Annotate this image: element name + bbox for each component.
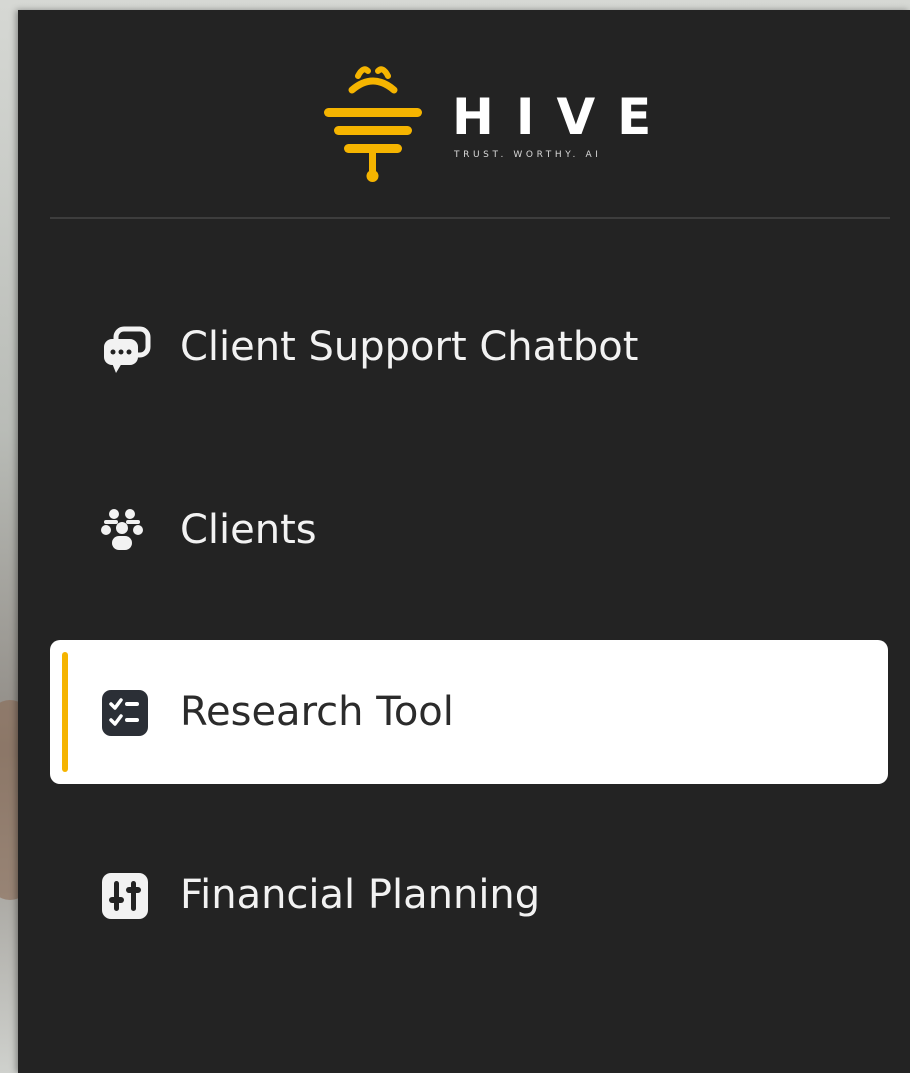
checklist-icon	[102, 690, 148, 736]
bee-hive-icon	[324, 66, 422, 182]
users-group-icon	[101, 509, 143, 550]
brand-logo[interactable]: HIVE TRUST. WORTHY. AI	[318, 62, 678, 192]
chat-bubbles-icon	[104, 326, 151, 373]
active-indicator	[62, 652, 68, 772]
sidebar-item-research-tool[interactable]: Research Tool	[50, 640, 888, 784]
sidebar-item-label: Client Support Chatbot	[180, 324, 639, 370]
sidebar: HIVE TRUST. WORTHY. AI Client Support Ch…	[18, 10, 910, 1073]
sidebar-item-client-support-chatbot[interactable]: Client Support Chatbot	[50, 275, 888, 419]
sliders-icon	[102, 873, 148, 919]
sidebar-item-label: Financial Planning	[180, 872, 541, 918]
brand-tagline: TRUST. WORTHY. AI	[454, 150, 602, 160]
sidebar-divider	[50, 217, 890, 219]
sidebar-item-clients[interactable]: Clients	[50, 458, 888, 602]
sidebar-item-label: Clients	[180, 507, 317, 553]
sidebar-item-financial-planning[interactable]: Financial Planning	[50, 823, 888, 967]
brand-name: HIVE	[452, 88, 674, 146]
sidebar-item-label: Research Tool	[180, 689, 454, 735]
